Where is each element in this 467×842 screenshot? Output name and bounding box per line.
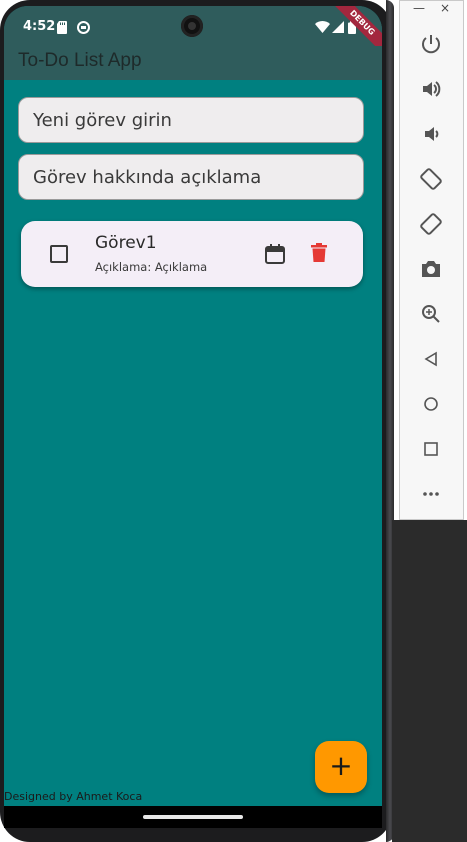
emulator-background xyxy=(392,520,467,842)
camera-icon[interactable] xyxy=(416,254,446,284)
volume-down-icon[interactable] xyxy=(416,119,446,149)
status-bar: 4:52 DEBUG xyxy=(4,6,382,57)
volume-up-icon[interactable] xyxy=(416,74,446,104)
overview-icon[interactable] xyxy=(416,434,446,464)
sd-card-icon xyxy=(57,19,68,38)
task-title-input[interactable] xyxy=(18,97,364,143)
emulator-window-controls: — × xyxy=(400,1,463,17)
power-icon[interactable] xyxy=(416,29,446,59)
status-time: 4:52 xyxy=(23,19,56,34)
rotate-left-icon[interactable] xyxy=(416,164,446,194)
task-description-input[interactable] xyxy=(18,154,364,200)
sync-icon xyxy=(77,19,90,38)
task-description: Açıklama: Açıklama xyxy=(95,260,208,274)
app-bar: To-Do List App xyxy=(4,46,382,80)
add-task-button[interactable]: + xyxy=(315,741,367,793)
minimize-button[interactable]: — xyxy=(413,1,425,15)
close-button[interactable]: × xyxy=(440,1,450,15)
home-indicator[interactable] xyxy=(143,815,243,819)
rotate-right-icon[interactable] xyxy=(416,209,446,239)
zoom-icon[interactable] xyxy=(416,299,446,329)
signal-icon xyxy=(332,19,344,38)
task-checkbox[interactable] xyxy=(50,245,68,263)
emulator-toolbar: — × xyxy=(399,0,464,520)
app-screen: 4:52 DEBUG To-Do List App Görev1 Açıklam… xyxy=(4,6,382,828)
back-icon[interactable] xyxy=(416,344,446,374)
app-title: To-Do List App xyxy=(18,50,142,71)
task-title: Görev1 xyxy=(95,233,157,253)
delete-icon[interactable] xyxy=(310,243,328,267)
gesture-nav-bar xyxy=(4,806,382,828)
calendar-icon[interactable] xyxy=(264,243,286,269)
task-card[interactable]: Görev1 Açıklama: Açıklama xyxy=(21,221,363,287)
front-camera xyxy=(181,15,203,37)
more-icon[interactable] xyxy=(416,479,446,509)
home-icon[interactable] xyxy=(416,389,446,419)
wifi-icon xyxy=(315,19,330,38)
footer-credit: Designed by Ahmet Koca xyxy=(4,790,143,803)
